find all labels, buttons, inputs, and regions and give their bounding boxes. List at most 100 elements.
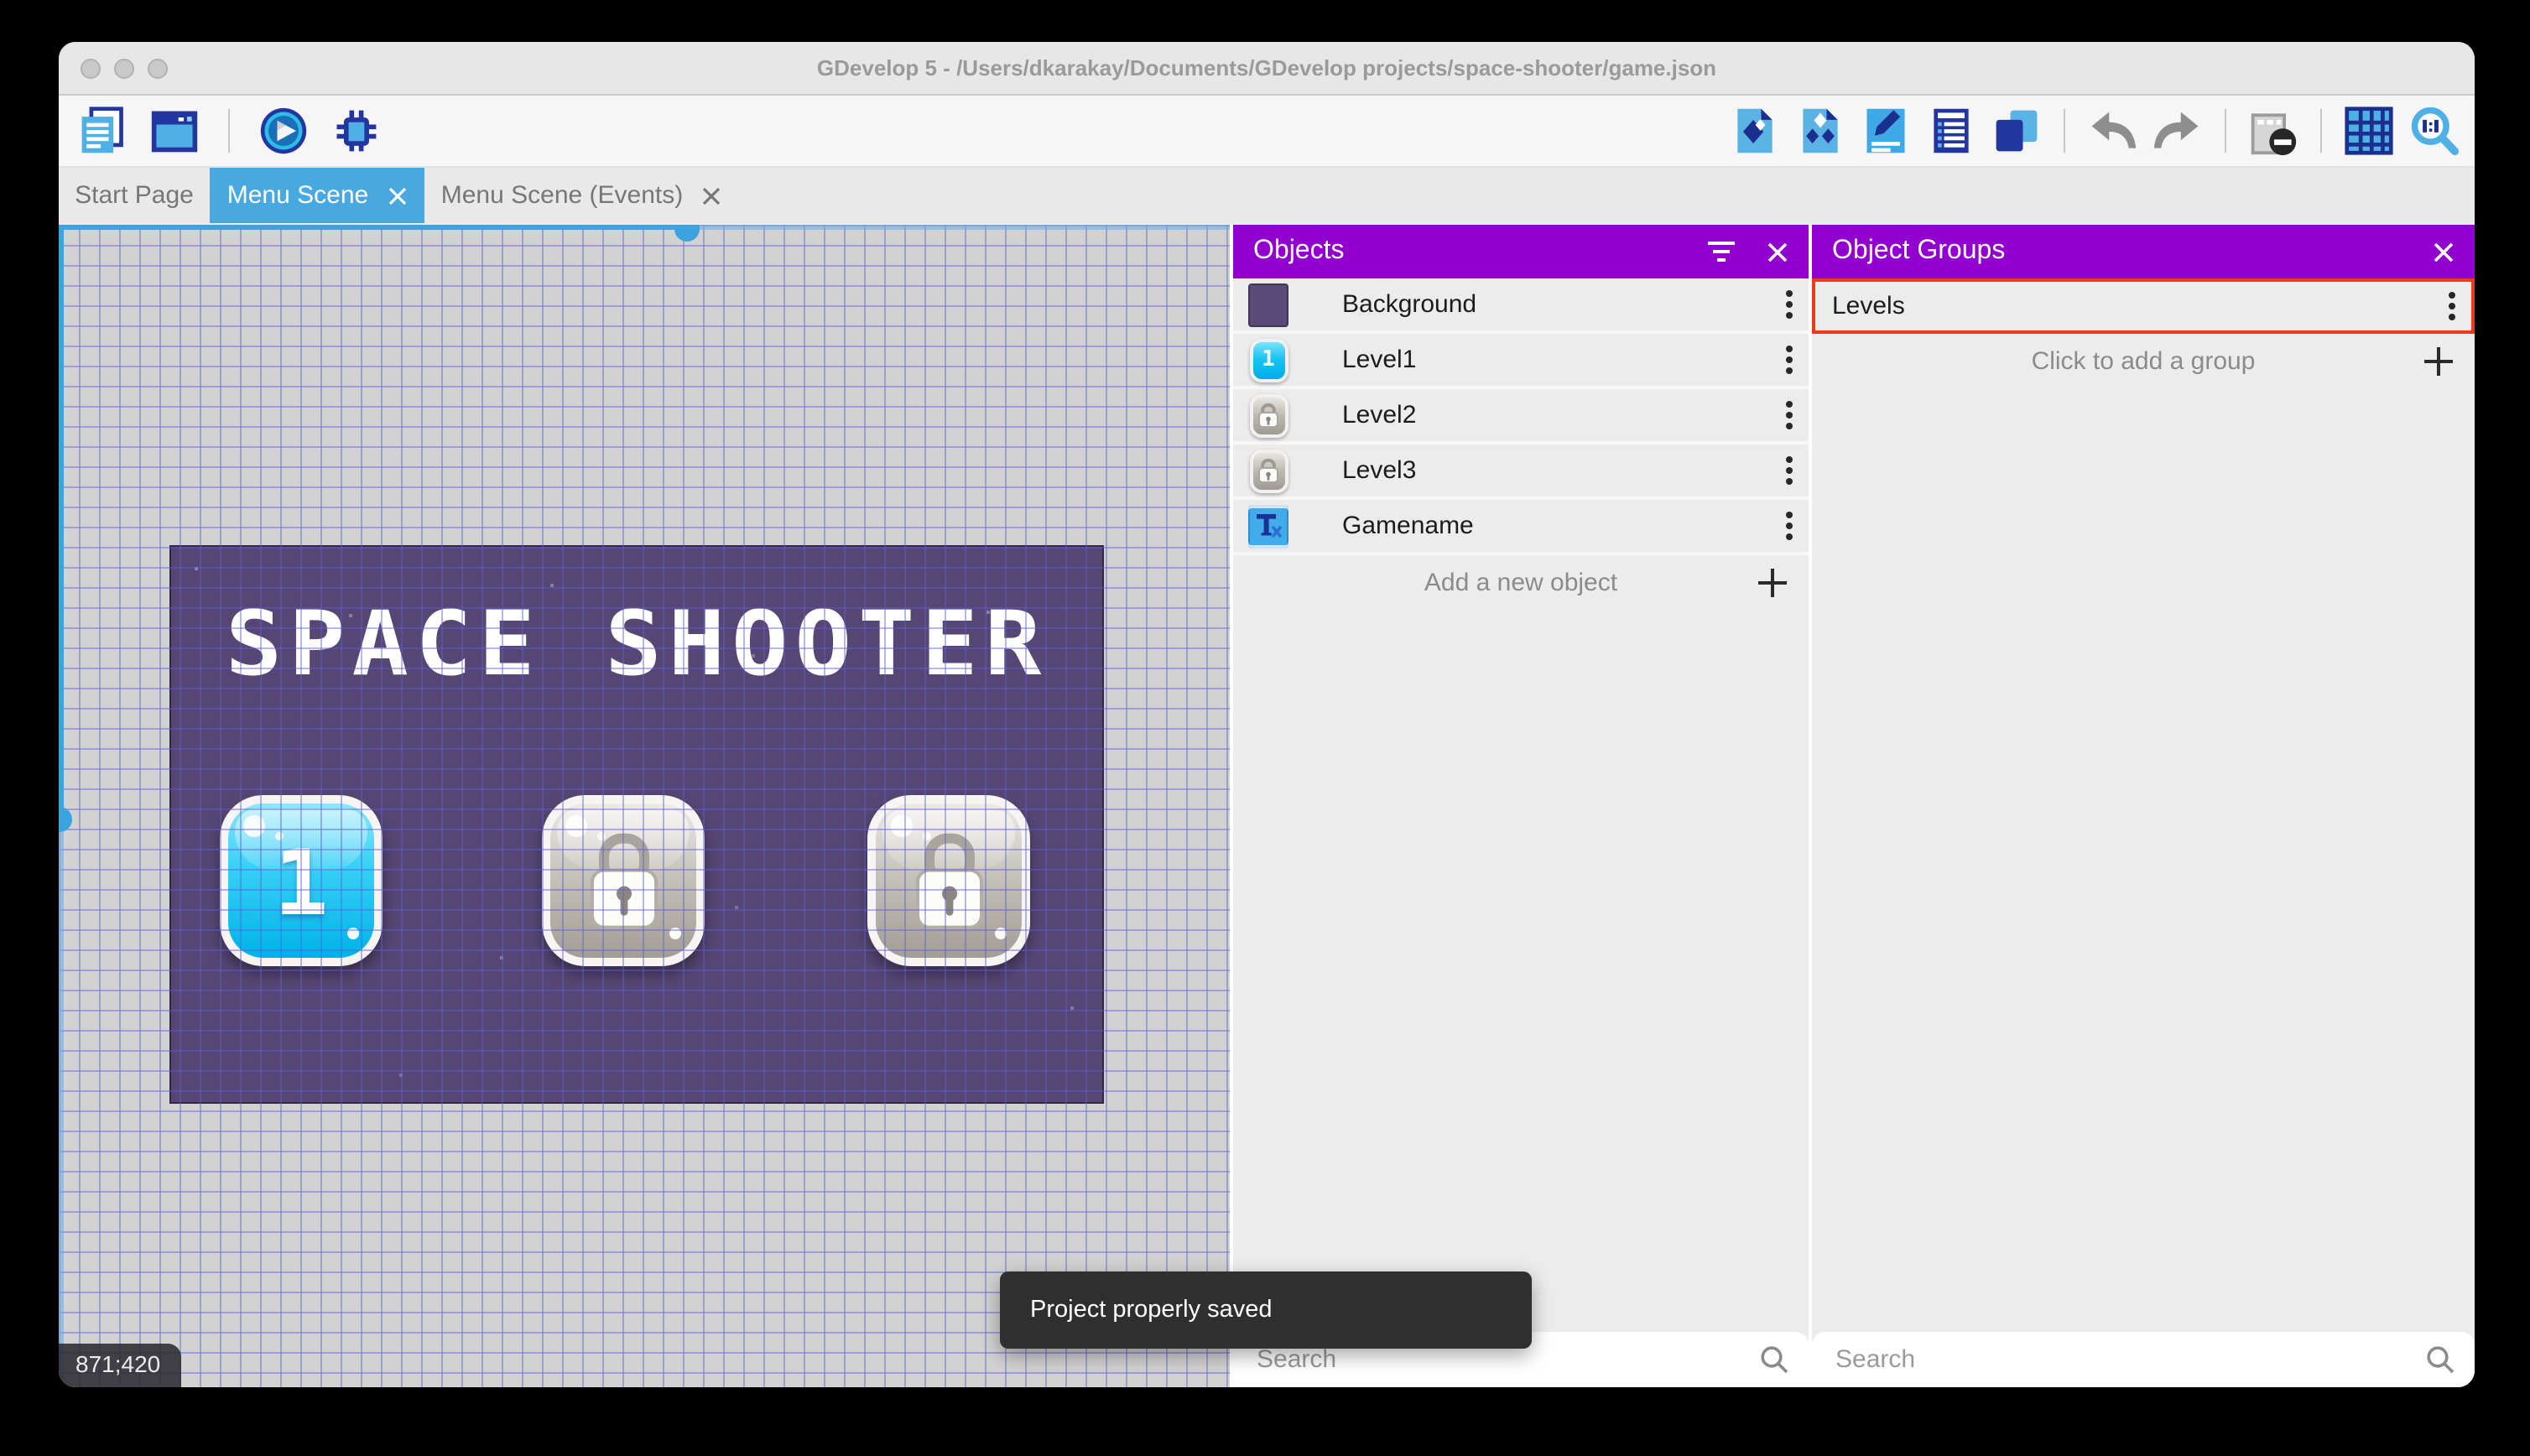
object-name: Level3 bbox=[1342, 456, 1417, 485]
traffic-lights bbox=[81, 59, 168, 79]
panel-title: Object Groups bbox=[1832, 237, 2006, 265]
game-window-left-border-extension bbox=[59, 820, 64, 1387]
scene-background-instance[interactable]: SPACE SHOOTER 1 bbox=[169, 545, 1104, 1104]
objects-panel-header: Objects bbox=[1233, 225, 1809, 278]
lock-button-thumbnail-icon bbox=[1248, 393, 1288, 437]
toolbar-right-group bbox=[1730, 106, 2460, 156]
object-name: Background bbox=[1342, 290, 1477, 319]
close-icon[interactable] bbox=[387, 185, 407, 205]
kebab-menu-icon[interactable] bbox=[1785, 455, 1793, 486]
add-new-object-label: Add a new object bbox=[1424, 569, 1618, 597]
instances-list-icon[interactable] bbox=[1926, 106, 1976, 156]
zoom-window-button[interactable] bbox=[148, 59, 168, 79]
kebab-menu-icon[interactable] bbox=[1785, 399, 1793, 431]
gdevelop-window: GDevelop 5 - /Users/dkarakay/Documents/G… bbox=[59, 42, 2475, 1387]
objects-panel: Objects Background 1 Level1 Level2 Level… bbox=[1230, 225, 1809, 1387]
level1-digit: 1 bbox=[273, 829, 329, 935]
group-row-levels-highlighted[interactable]: Levels bbox=[1812, 278, 2475, 334]
tab-start-page[interactable]: Start Page bbox=[59, 168, 210, 223]
project-manager-icon[interactable] bbox=[77, 106, 128, 156]
close-window-button[interactable] bbox=[81, 59, 101, 79]
tab-menu-scene[interactable]: Menu Scene bbox=[210, 168, 424, 223]
toolbar bbox=[59, 96, 2475, 168]
search-icon bbox=[1761, 1346, 1788, 1374]
toolbar-divider bbox=[2064, 109, 2065, 153]
lock-icon bbox=[1258, 458, 1278, 482]
save-toast: Project properly saved bbox=[1000, 1271, 1532, 1349]
object-row-level3[interactable]: Level3 bbox=[1233, 445, 1809, 500]
group-name: Levels bbox=[1832, 292, 1905, 320]
lock-button-thumbnail-icon bbox=[1248, 449, 1288, 492]
game-title-text-instance[interactable]: SPACE SHOOTER bbox=[171, 593, 1102, 697]
add-group-label: Click to add a group bbox=[2031, 347, 2256, 376]
object-row-level1[interactable]: 1 Level1 bbox=[1233, 334, 1809, 389]
grid-icon[interactable] bbox=[2344, 106, 2394, 156]
minimize-window-button[interactable] bbox=[114, 59, 134, 79]
titlebar: GDevelop 5 - /Users/dkarakay/Documents/G… bbox=[59, 42, 2475, 96]
add-group-button[interactable]: Click to add a group bbox=[1812, 334, 2475, 389]
tab-label: Menu Scene (Events) bbox=[440, 181, 684, 210]
lock-icon bbox=[915, 833, 982, 929]
lock-icon bbox=[1258, 403, 1278, 427]
layers-icon[interactable] bbox=[1991, 106, 2042, 156]
kebab-menu-icon[interactable] bbox=[2448, 290, 2456, 322]
search-icon bbox=[2427, 1346, 2455, 1374]
object-row-gamename[interactable]: Gamename bbox=[1233, 500, 1809, 555]
toolbar-divider bbox=[2320, 109, 2322, 153]
redo-icon[interactable] bbox=[2153, 106, 2203, 156]
level2-button-instance[interactable] bbox=[542, 795, 705, 966]
game-window-top-border bbox=[59, 225, 676, 230]
kebab-menu-icon[interactable] bbox=[1785, 344, 1793, 376]
groups-search-input[interactable] bbox=[1812, 1332, 2475, 1387]
lock-icon bbox=[590, 833, 657, 929]
text-object-thumbnail-icon bbox=[1248, 504, 1288, 548]
kebab-menu-icon[interactable] bbox=[1785, 289, 1793, 320]
tab-label: Menu Scene bbox=[226, 181, 369, 210]
tabbar: Start Page Menu Scene Menu Scene (Events… bbox=[59, 168, 2475, 223]
toast-message: Project properly saved bbox=[1030, 1297, 1273, 1323]
close-icon[interactable] bbox=[1767, 241, 1788, 263]
window-mask-icon[interactable] bbox=[2248, 106, 2298, 156]
level1-button-instance[interactable]: 1 bbox=[220, 795, 383, 966]
debug-icon[interactable] bbox=[331, 106, 381, 156]
screenshot-stage: GDevelop 5 - /Users/dkarakay/Documents/G… bbox=[0, 0, 2530, 1456]
scene-editor-canvas[interactable]: SPACE SHOOTER 1 871;420 bbox=[59, 225, 1230, 1387]
game-window-top-border-extension bbox=[676, 225, 1230, 230]
game-window-left-border bbox=[59, 225, 64, 820]
object-groups-icon[interactable] bbox=[1795, 106, 1845, 156]
main-content: SPACE SHOOTER 1 871;420 Objects Backgrou… bbox=[59, 225, 2475, 1387]
plus-icon[interactable] bbox=[1757, 567, 1788, 599]
object-groups-panel: Object Groups Levels Click to add a grou… bbox=[1812, 225, 2475, 1387]
tab-menu-scene-events[interactable]: Menu Scene (Events) bbox=[424, 168, 738, 223]
left-resize-handle[interactable] bbox=[59, 807, 72, 832]
add-new-object-button[interactable]: Add a new object bbox=[1233, 555, 1809, 611]
background-thumbnail-icon bbox=[1248, 283, 1288, 326]
object-row-level2[interactable]: Level2 bbox=[1233, 389, 1809, 445]
plus-icon[interactable] bbox=[2423, 346, 2455, 377]
window-title: GDevelop 5 - /Users/dkarakay/Documents/G… bbox=[816, 55, 1717, 81]
filter-icon[interactable] bbox=[1706, 242, 1736, 262]
object-row-background[interactable]: Background bbox=[1233, 278, 1809, 334]
toolbar-divider bbox=[2225, 109, 2226, 153]
scene-window-icon[interactable] bbox=[149, 106, 200, 156]
play-icon[interactable] bbox=[258, 106, 309, 156]
close-icon[interactable] bbox=[2433, 241, 2455, 263]
object-name: Level1 bbox=[1342, 346, 1417, 374]
groups-search-bar bbox=[1812, 1332, 2475, 1387]
undo-icon[interactable] bbox=[2087, 106, 2137, 156]
object-name: Level2 bbox=[1342, 401, 1417, 429]
top-resize-handle[interactable] bbox=[674, 225, 700, 242]
properties-icon[interactable] bbox=[1861, 106, 1911, 156]
object-name: Gamename bbox=[1342, 512, 1474, 540]
kebab-menu-icon[interactable] bbox=[1785, 510, 1793, 542]
objects-editor-icon[interactable] bbox=[1730, 106, 1780, 156]
tab-label: Start Page bbox=[75, 181, 194, 210]
level3-button-instance[interactable] bbox=[867, 795, 1030, 966]
close-icon[interactable] bbox=[701, 185, 721, 205]
zoom-one-to-one-icon[interactable] bbox=[2409, 106, 2460, 156]
toolbar-divider bbox=[228, 109, 230, 153]
stars-decoration bbox=[195, 567, 198, 570]
toolbar-left-group bbox=[77, 106, 381, 156]
level-one-button-thumbnail-icon: 1 bbox=[1248, 338, 1288, 382]
cursor-coordinates: 871;420 bbox=[59, 1344, 181, 1387]
